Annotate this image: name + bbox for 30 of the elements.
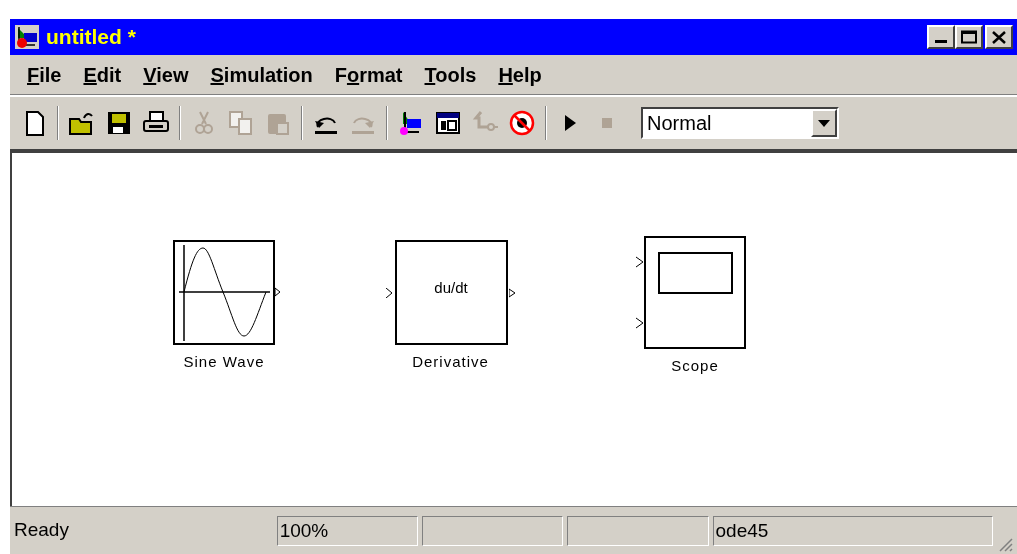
menu-item[interactable]: Tools — [413, 59, 488, 90]
block-label: Scope — [671, 356, 719, 376]
model-icon — [14, 24, 40, 50]
close-icon — [992, 30, 1006, 44]
menu-item[interactable]: View — [132, 59, 200, 90]
close-button[interactable] — [985, 25, 1013, 49]
menu-item[interactable]: File — [16, 59, 73, 90]
menu-item[interactable]: Help — [487, 59, 553, 90]
window-panel-icon — [434, 109, 462, 137]
menu-item[interactable]: Simulation — [199, 59, 324, 90]
solver-name: ode45 — [712, 515, 994, 546]
menu-item[interactable]: Edit — [72, 59, 133, 90]
block-expression: du/dt — [434, 278, 468, 299]
save-disk-button[interactable] — [105, 109, 133, 137]
resize-grip-icon — [997, 536, 1013, 552]
copy-pages-icon — [227, 109, 255, 137]
minimize-button[interactable] — [927, 25, 955, 49]
maximize-icon — [961, 30, 977, 44]
window-title: untitled * — [46, 24, 137, 51]
menu-item[interactable]: Format — [323, 59, 414, 90]
status-message: Ready — [14, 518, 70, 543]
minimize-icon — [935, 40, 947, 43]
maximize-button[interactable] — [955, 25, 983, 49]
zoom-level: 100% — [276, 515, 418, 546]
block-label: Sine Wave — [183, 352, 265, 372]
mode-dropdown[interactable]: Normal — [641, 107, 839, 139]
block-label: Derivative — [412, 352, 489, 372]
derivative-block[interactable]: du/dt — [394, 240, 508, 345]
input-port-icon — [385, 287, 393, 298]
window-panel-button[interactable] — [434, 109, 462, 137]
